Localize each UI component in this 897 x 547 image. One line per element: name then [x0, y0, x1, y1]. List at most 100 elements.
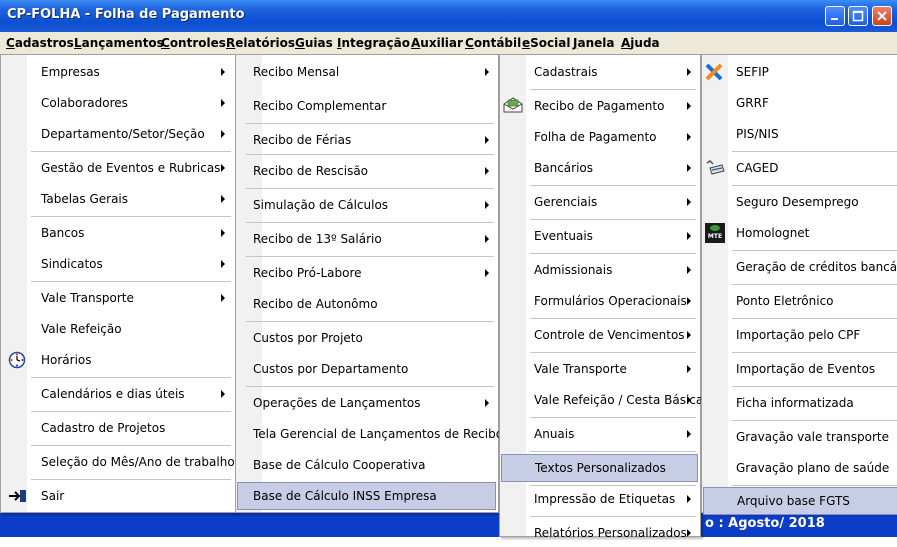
menu-integracao[interactable]: Integração: [337, 36, 410, 50]
menu3-item-cadastrais[interactable]: Cadastrais: [500, 58, 700, 86]
maximize-button[interactable]: [848, 6, 868, 26]
menu3-item-folha-pagamento[interactable]: Folha de Pagamento: [500, 123, 700, 151]
menu4-item-ficha-informatizada[interactable]: Ficha informatizada: [702, 389, 897, 417]
menu3-item-anuais[interactable]: Anuais: [500, 420, 700, 448]
menu2-item-recibo-mensal[interactable]: Recibo Mensal: [236, 58, 498, 86]
menu2-item-recibo-pro-labore[interactable]: Recibo Pró-Labore: [236, 259, 498, 287]
menu4-item-importacao-eventos[interactable]: Importação de Eventos: [702, 355, 897, 383]
menu-guias[interactable]: Guias: [295, 36, 333, 50]
menu4-item-caged[interactable]: CAGED: [702, 154, 897, 182]
menu2-item-base-inss-empresa[interactable]: Base de Cálculo INSS Empresa: [237, 482, 496, 510]
menu-controles[interactable]: Controles: [161, 36, 226, 50]
item-label: Relatórios Personalizados: [534, 526, 687, 540]
menu2-item-operacoes-lancamentos[interactable]: Operações de Lançamentos: [236, 389, 498, 417]
menu3-item-vale-transporte[interactable]: Vale Transporte: [500, 355, 700, 383]
menu1-item-tabelas-gerais[interactable]: Tabelas Gerais: [1, 185, 235, 213]
menu4-item-gravacao-plano-saude[interactable]: Gravação plano de saúde: [702, 454, 897, 482]
submenu-arrow-icon: [687, 430, 691, 438]
separator: [732, 386, 897, 387]
menu4-item-sefip[interactable]: SEFIP: [702, 58, 897, 86]
submenu-arrow-icon: [221, 229, 225, 237]
menu1-item-colaboradores[interactable]: Colaboradores: [1, 89, 235, 117]
menu-lancamentos[interactable]: Lançamentos: [74, 36, 164, 50]
menu1-item-horarios[interactable]: Horários: [1, 346, 235, 374]
separator: [31, 216, 231, 217]
menu4-item-geracao-creditos[interactable]: Geração de créditos bancários: [702, 253, 897, 281]
menu1-item-sair[interactable]: Sair: [1, 482, 235, 510]
menu-auxiliar[interactable]: Auxiliar: [411, 36, 463, 50]
menu3-item-formularios-operacionais[interactable]: Formulários Operacionais: [500, 287, 700, 315]
item-label: Controle de Vencimentos: [534, 328, 685, 342]
menu2-item-recibo-13-salario[interactable]: Recibo de 13º Salário: [236, 225, 498, 253]
menu4-item-grrf[interactable]: GRRF: [702, 89, 897, 117]
submenu-arrow-icon: [221, 130, 225, 138]
item-label: Folha de Pagamento: [534, 130, 657, 144]
menu1-item-selecao-mes-ano[interactable]: Seleção do Mês/Ano de trabalho: [1, 448, 235, 476]
menu2-item-recibo-complementar[interactable]: Recibo Complementar: [236, 92, 498, 120]
minimize-button[interactable]: [825, 6, 845, 26]
separator: [530, 253, 696, 254]
relatorios-submenu: Recibo Mensal Recibo Complementar Recibo…: [235, 54, 509, 513]
menu4-item-pis-nis[interactable]: PIS/NIS: [702, 120, 897, 148]
item-label: Gravação vale transporte: [736, 430, 889, 444]
menu1-item-calendarios[interactable]: Calendários e dias úteis: [1, 380, 235, 408]
menu1-item-cadastro-projetos[interactable]: Cadastro de Projetos: [1, 414, 235, 442]
menu2-item-custos-projeto[interactable]: Custos por Projeto: [236, 324, 498, 352]
menu2-item-recibo-ferias[interactable]: Recibo de Férias: [236, 126, 498, 154]
menu4-item-ponto-eletronico[interactable]: Ponto Eletrônico: [702, 287, 897, 315]
menu-relatorios[interactable]: Relatórios: [226, 36, 295, 50]
menu3-item-recibo-pagamento[interactable]: Recibo de Pagamento: [500, 92, 700, 120]
item-label: Vale Transporte: [41, 291, 134, 305]
separator: [732, 185, 897, 186]
separator: [530, 352, 696, 353]
close-button[interactable]: [872, 6, 892, 26]
close-icon: [877, 11, 887, 21]
menu4-item-importacao-cpf[interactable]: Importação pelo CPF: [702, 321, 897, 349]
menu2-item-custos-departamento[interactable]: Custos por Departamento: [236, 355, 498, 383]
item-label: Homolognet: [736, 226, 810, 240]
menu3-item-admissionais[interactable]: Admissionais: [500, 256, 700, 284]
menu1-item-departamento[interactable]: Departamento/Setor/Seção: [1, 120, 235, 148]
item-label: Vale Refeição: [41, 322, 122, 336]
menu3-item-gerenciais[interactable]: Gerenciais: [500, 188, 700, 216]
menu-cadastros[interactable]: Cadastros: [6, 36, 74, 50]
menu1-item-sindicatos[interactable]: Sindicatos: [1, 250, 235, 278]
separator: [530, 417, 696, 418]
submenu-arrow-icon: [221, 68, 225, 76]
item-label: Gerenciais: [534, 195, 598, 209]
menu1-item-vale-transporte[interactable]: Vale Transporte: [1, 284, 235, 312]
menu-contabil[interactable]: Contábil: [465, 36, 521, 50]
menu4-item-arquivo-base-fgts[interactable]: Arquivo base FGTS: [703, 487, 897, 515]
menu-ajuda[interactable]: Ajuda: [621, 36, 660, 50]
menu2-item-recibo-rescisao[interactable]: Recibo de Rescisão: [236, 157, 498, 185]
menu4-item-seguro-desemprego[interactable]: Seguro Desemprego: [702, 188, 897, 216]
menu3-item-impressao-etiquetas[interactable]: Impressão de Etiquetas: [500, 485, 700, 513]
menu3-item-bancarios[interactable]: Bancários: [500, 154, 700, 182]
menu1-item-gestao-eventos[interactable]: Gestão de Eventos e Rubricas: [1, 154, 235, 182]
menu1-item-empresas[interactable]: Empresas: [1, 58, 235, 86]
menu1-item-bancos[interactable]: Bancos: [1, 219, 235, 247]
separator: [31, 151, 231, 152]
menu3-item-eventuais[interactable]: Eventuais: [500, 222, 700, 250]
menu2-item-base-cooperativa[interactable]: Base de Cálculo Cooperativa: [236, 451, 498, 479]
menu2-item-simulacao-calculos[interactable]: Simulação de Cálculos: [236, 191, 498, 219]
menu2-item-recibo-autonomo[interactable]: Recibo de Autonômo: [236, 290, 498, 318]
item-label: Bancários: [534, 161, 594, 175]
menu2-item-tela-gerencial[interactable]: Tela Gerencial de Lançamentos de Recibos: [236, 420, 509, 448]
menu-esocial[interactable]: eSocial: [522, 36, 570, 50]
item-label: Recibo de Autonômo: [253, 297, 378, 311]
menu1-item-vale-refeicao[interactable]: Vale Refeição: [1, 315, 235, 343]
submenu-arrow-icon: [687, 232, 691, 240]
menu4-item-gravacao-vale-transporte[interactable]: Gravação vale transporte: [702, 423, 897, 451]
menu3-item-relatorios-personalizados[interactable]: Relatórios Personalizados: [500, 519, 700, 547]
separator: [530, 219, 696, 220]
menu3-item-textos-personalizados[interactable]: Textos Personalizados: [501, 454, 698, 482]
item-label: Recibo Complementar: [253, 99, 387, 113]
menu3-item-vale-refeicao-cesta[interactable]: Vale Refeição / Cesta Básica: [500, 386, 703, 414]
menu-janela[interactable]: Janela: [573, 36, 614, 50]
item-label: Recibo Pró-Labore: [253, 266, 362, 280]
menu4-item-homolognet[interactable]: MTE Homolognet: [702, 219, 897, 247]
menu3-item-controle-vencimentos[interactable]: Controle de Vencimentos: [500, 321, 700, 349]
guias-submenu: SEFIP GRRF PIS/NIS CAGED Seguro Desempre…: [701, 54, 897, 515]
separator: [31, 479, 231, 480]
